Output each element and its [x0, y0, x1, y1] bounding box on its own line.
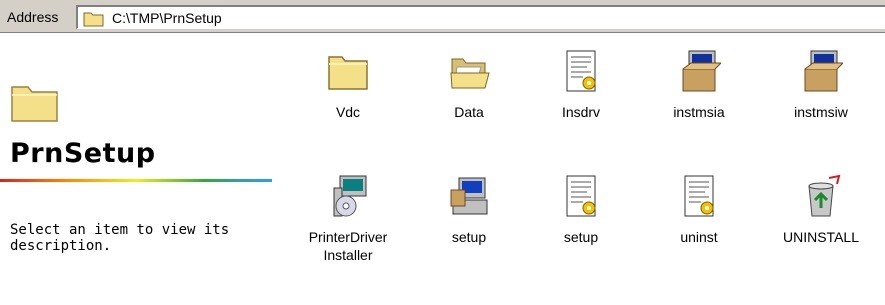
item-vdc[interactable]: Vdc	[293, 49, 403, 121]
open-folder-icon	[450, 58, 490, 89]
printer-installer-icon	[333, 175, 367, 217]
folder-view: PrnSetup Select an item to view its desc…	[0, 34, 885, 305]
item-instmsiw[interactable]: instmsiw	[766, 49, 876, 121]
item-label: instmsiw	[794, 104, 848, 120]
item-uninst[interactable]: uninst	[644, 174, 754, 246]
item-label: Data	[454, 104, 484, 120]
item-label: PrinterDriver Installer	[308, 229, 388, 263]
folder-icon	[328, 56, 368, 90]
item-setup-exe[interactable]: setup	[414, 174, 524, 246]
item-printerdriver-installer[interactable]: PrinterDriver Installer	[293, 174, 403, 264]
ini-file-icon	[684, 175, 714, 217]
item-instmsia[interactable]: instmsia	[644, 49, 754, 121]
panel-description: Select an item to view its description.	[10, 222, 230, 254]
setup-computer-icon	[450, 177, 488, 215]
address-path: C:\TMP\PrnSetup	[112, 10, 222, 26]
item-label: setup	[563, 229, 599, 245]
item-setup-ini[interactable]: setup	[526, 174, 636, 246]
folder-icon	[10, 79, 60, 128]
folder-icon	[83, 10, 105, 32]
item-label: uninst	[680, 229, 718, 245]
info-panel: PrnSetup Select an item to view its desc…	[0, 34, 285, 305]
installer-box-icon	[682, 50, 721, 92]
installer-box-icon	[804, 50, 843, 92]
ini-file-icon	[566, 50, 596, 92]
ini-file-icon	[566, 175, 596, 217]
panel-title: PrnSetup	[10, 138, 156, 169]
item-label: Vdc	[335, 104, 361, 120]
item-label: Insdrv	[561, 104, 601, 120]
item-insdrv[interactable]: Insdrv	[526, 49, 636, 121]
item-label: instmsia	[673, 104, 725, 120]
address-field[interactable]: C:\TMP\PrnSetup	[76, 5, 885, 29]
item-label: setup	[451, 229, 487, 245]
address-bar: Address C:\TMP\PrnSetup	[0, 0, 885, 33]
title-divider	[0, 179, 272, 182]
recycle-bin-icon	[808, 174, 841, 217]
item-label: UNINSTALL	[783, 229, 859, 245]
item-uninstall[interactable]: UNINSTALL	[766, 174, 876, 246]
item-data[interactable]: Data	[414, 49, 524, 121]
address-label: Address	[7, 9, 59, 25]
